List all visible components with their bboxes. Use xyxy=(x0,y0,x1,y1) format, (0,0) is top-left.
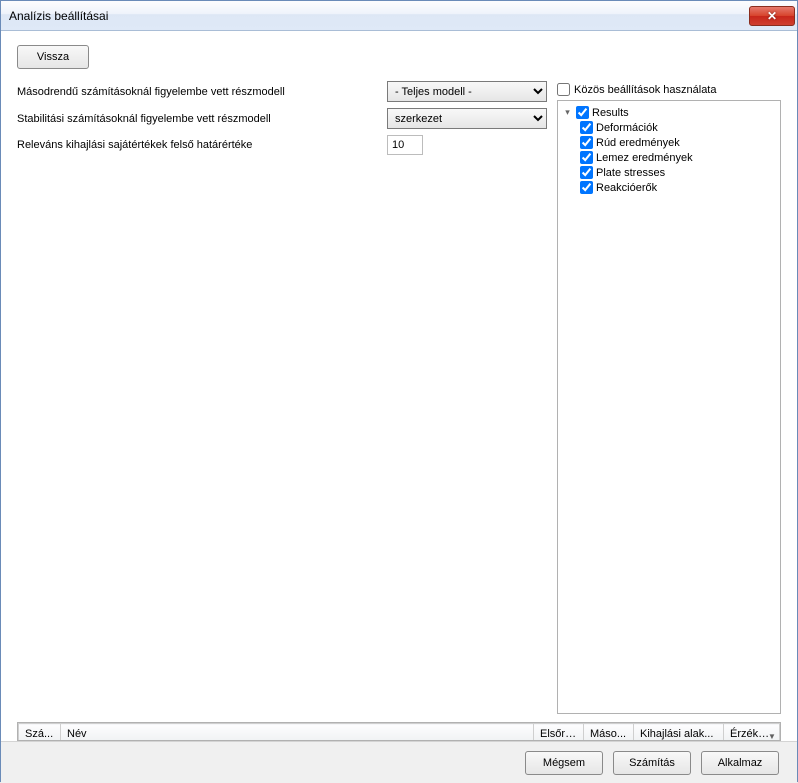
back-button[interactable]: Vissza xyxy=(17,45,89,69)
tree-item-checkbox[interactable] xyxy=(580,181,593,194)
close-icon: ✕ xyxy=(767,9,777,23)
load-combinations-table: Szá... Név Elsőre... Máso... Kihajlási a… xyxy=(17,722,781,741)
second-order-select[interactable]: - Teljes modell - xyxy=(387,81,547,102)
col-buck[interactable]: Kihajlási alak... xyxy=(634,724,724,742)
close-button[interactable]: ✕ xyxy=(749,6,795,26)
tree-item[interactable]: Reakcióerők xyxy=(562,180,776,195)
results-tree: ▾ Results Deformációk Rúd eredmények Lemez… xyxy=(557,100,781,714)
tree-item-label: Reakcióerők xyxy=(596,182,657,194)
tree-item[interactable]: Lemez eredmények xyxy=(562,150,776,165)
window-title: Analízis beállításai xyxy=(9,9,749,23)
tree-item[interactable]: Deformációk xyxy=(562,120,776,135)
tree-item[interactable]: Plate stresses xyxy=(562,165,776,180)
tree-item[interactable]: Rúd eredmények xyxy=(562,135,776,150)
titlebar: Analízis beállításai ✕ xyxy=(1,1,797,31)
tree-root-label: Results xyxy=(592,107,629,119)
tree-item-label: Rúd eredmények xyxy=(596,137,680,149)
tree-item-checkbox[interactable] xyxy=(580,166,593,179)
tree-root-checkbox[interactable] xyxy=(576,106,589,119)
common-settings-checkbox[interactable] xyxy=(557,83,570,96)
col-first[interactable]: Elsőre... xyxy=(534,724,584,742)
tree-collapse-icon[interactable]: ▾ xyxy=(562,107,573,118)
tree-item-label: Lemez eredmények xyxy=(596,152,693,164)
tree-item-checkbox[interactable] xyxy=(580,136,593,149)
scroll-down-icon[interactable]: ▼ xyxy=(764,728,780,741)
common-settings-label: Közös beállítások használata xyxy=(574,84,716,96)
apply-button[interactable]: Alkalmaz xyxy=(701,751,779,775)
tree-item-checkbox[interactable] xyxy=(580,121,593,134)
tree-item-label: Plate stresses xyxy=(596,167,665,179)
stability-select[interactable]: szerkezet xyxy=(387,108,547,129)
dialog-content: Vissza Másodrendű számításoknál figyelem… xyxy=(1,31,797,741)
col-second[interactable]: Máso... xyxy=(584,724,634,742)
eigenvalue-label: Releváns kihajlási sajátértékek felső ha… xyxy=(17,139,287,151)
eigenvalue-input[interactable] xyxy=(387,135,423,155)
col-calc[interactable]: Szá... xyxy=(19,724,61,742)
dialog-footer: Mégsem Számítás Alkalmaz xyxy=(1,741,797,783)
cancel-button[interactable]: Mégsem xyxy=(525,751,603,775)
stability-label: Stabilitási számításoknál figyelembe vet… xyxy=(17,113,287,125)
tree-item-checkbox[interactable] xyxy=(580,151,593,164)
tree-root[interactable]: ▾ Results xyxy=(562,105,776,120)
tree-item-label: Deformációk xyxy=(596,122,658,134)
col-name[interactable]: Név xyxy=(61,724,534,742)
calculate-button[interactable]: Számítás xyxy=(613,751,691,775)
second-order-label: Másodrendű számításoknál figyelembe vett… xyxy=(17,86,287,98)
